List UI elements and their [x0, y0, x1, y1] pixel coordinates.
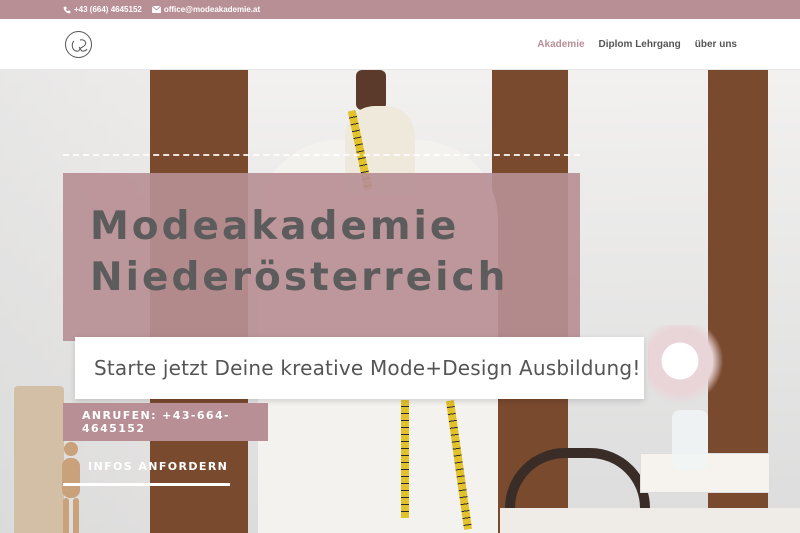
call-button[interactable]: ANRUFEN: +43-664-4645152 [63, 403, 268, 441]
top-bar: +43 (664) 4645152 office@modeakademie.at [0, 0, 800, 19]
email-contact[interactable]: office@modeakademie.at [151, 5, 261, 14]
email-address: office@modeakademie.at [163, 5, 261, 14]
mannequin-neck [356, 70, 386, 110]
nav-item-akademie[interactable]: Akademie [537, 39, 584, 50]
phone-number: +43 (664) 4645152 [74, 5, 142, 14]
vase [672, 410, 708, 470]
hero-title-line2: Niederösterreich [90, 255, 509, 300]
hero-subtitle: Starte jetzt Deine kreative Mode+Design … [94, 356, 641, 380]
request-info-button[interactable]: INFOS ANFORDERN [63, 450, 230, 486]
hero-title-box: Modeakademie Niederösterreich [63, 173, 580, 341]
phone-icon [63, 6, 71, 13]
site-header: Akademie Diplom Lehrgang über uns [0, 19, 800, 70]
hero-subtitle-box: Starte jetzt Deine kreative Mode+Design … [75, 337, 644, 399]
window-glass-far-right [768, 70, 800, 533]
envelope-icon [151, 6, 161, 13]
logo-icon[interactable] [65, 31, 92, 58]
table [500, 508, 800, 533]
phone-contact[interactable]: +43 (664) 4645152 [63, 5, 142, 14]
hero-title-line1: Modeakademie [90, 204, 460, 249]
measuring-tape-center [401, 400, 409, 518]
nav-item-ueber-uns[interactable]: über uns [695, 39, 737, 50]
flowers [648, 325, 728, 415]
nav-item-diplom-lehrgang[interactable]: Diplom Lehrgang [599, 39, 681, 50]
hero-title: Modeakademie Niederösterreich [90, 201, 580, 303]
main-nav: Akademie Diplom Lehrgang über uns [537, 19, 737, 70]
hero-section: Modeakademie Niederösterreich Starte jet… [0, 70, 800, 533]
dashed-divider [63, 154, 580, 156]
